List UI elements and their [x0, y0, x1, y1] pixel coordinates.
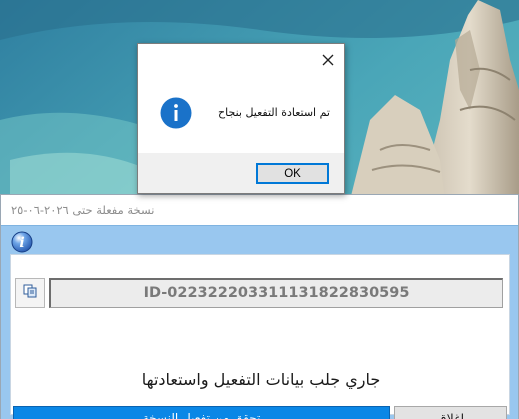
- status-text: جاري جلب بيانات التفعيل واستعادتها: [141, 370, 381, 389]
- verify-activation-button[interactable]: تحقق من تفعيل النسخة: [13, 406, 390, 419]
- copy-id-button[interactable]: [15, 278, 45, 308]
- message-text: تم استعادة التفعيل بنجاح: [218, 106, 330, 119]
- window-title: نسخة مفعلة حتى ٢٠٢٦-٠٦-٢٥: [11, 203, 155, 217]
- ok-button[interactable]: OK: [256, 163, 329, 184]
- machine-id-field[interactable]: ID-022322203311131822830595: [49, 278, 503, 308]
- activation-window: نسخة مفعلة حتى ٢٠٢٦-٠٦-٢٥ i ID-022322203…: [0, 194, 519, 419]
- svg-text:i: i: [19, 235, 24, 251]
- info-icon: [160, 97, 192, 129]
- message-box: تم استعادة التفعيل بنجاح OK: [137, 43, 345, 194]
- activation-panel: ID-022322203311131822830595 جاري جلب بيا…: [10, 254, 510, 419]
- activation-window-body: i ID-022322203311131822830595 جاري جلب ب…: [1, 225, 518, 419]
- activation-window-titlebar: نسخة مفعلة حتى ٢٠٢٦-٠٦-٢٥: [1, 195, 518, 225]
- action-bar: تحقق من تفعيل النسخة إغلاق: [11, 406, 511, 419]
- close-icon[interactable]: [318, 50, 338, 70]
- close-button[interactable]: إغلاق: [394, 406, 507, 419]
- info-icon: i: [11, 231, 33, 253]
- message-box-footer: OK: [138, 153, 344, 193]
- copy-icon: [22, 283, 38, 303]
